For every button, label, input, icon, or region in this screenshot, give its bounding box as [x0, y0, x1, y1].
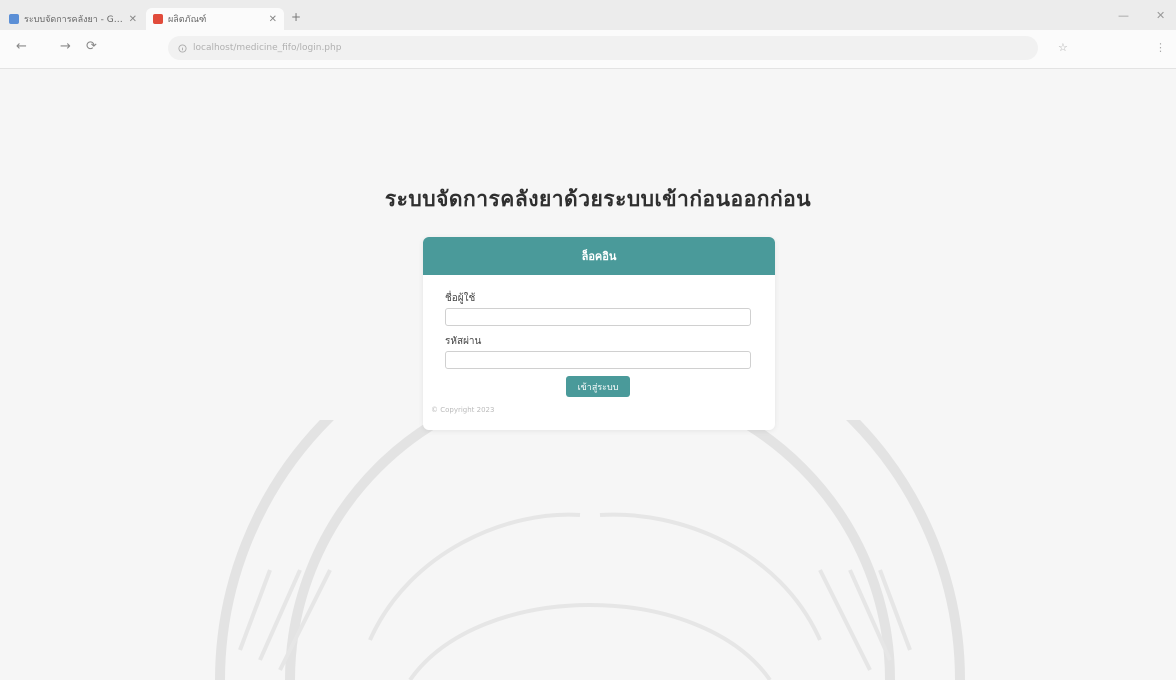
- back-icon[interactable]: ←: [16, 39, 27, 54]
- browser-tab-1[interactable]: ระบบจัดการคลังยา - Google ✕: [2, 8, 144, 30]
- watermark-seal-icon: [215, 420, 965, 680]
- tab-1-close-icon[interactable]: ✕: [129, 14, 137, 25]
- login-card: ล็อคอิน ชื่อผู้ใช้ รหัสผ่าน เข้าสู่ระบบ …: [423, 237, 775, 430]
- tab-1-favicon-icon: [9, 14, 19, 24]
- copyright-text: © Copyright 2023: [431, 406, 495, 414]
- menu-icon[interactable]: ⋮: [1155, 41, 1166, 54]
- login-button[interactable]: เข้าสู่ระบบ: [566, 376, 630, 397]
- browser-toolbar: ← → ⟳ localhost/medicine_fifo/login.php …: [0, 30, 1176, 69]
- reload-icon[interactable]: ⟳: [86, 39, 97, 54]
- info-icon[interactable]: [178, 43, 187, 53]
- browser-tab-2[interactable]: ผลิตภัณฑ์ ✕: [146, 8, 284, 30]
- forward-icon[interactable]: →: [60, 39, 71, 54]
- tab-2-favicon-icon: [153, 14, 163, 24]
- tab-1-title: ระบบจัดการคลังยา - Google: [24, 15, 124, 25]
- star-icon[interactable]: ☆: [1058, 41, 1068, 54]
- address-bar-url: localhost/medicine_fifo/login.php: [193, 43, 342, 53]
- login-card-header: ล็อคอิน: [423, 237, 775, 275]
- close-window-icon[interactable]: ✕: [1156, 9, 1165, 22]
- password-input[interactable]: [445, 351, 751, 369]
- browser-tab-bar: ระบบจัดการคลังยา - Google ✕ ผลิตภัณฑ์ ✕ …: [0, 0, 1176, 30]
- username-input[interactable]: [445, 308, 751, 326]
- password-label: รหัสผ่าน: [445, 336, 482, 347]
- address-bar[interactable]: localhost/medicine_fifo/login.php: [168, 36, 1038, 60]
- new-tab-icon[interactable]: +: [291, 10, 301, 24]
- minimize-icon[interactable]: —: [1118, 9, 1129, 22]
- tab-2-title: ผลิตภัณฑ์: [168, 15, 207, 25]
- page-title: ระบบจัดการคลังยาด้วยระบบเข้าก่อนออกก่อน: [384, 187, 812, 211]
- tab-2-close-icon[interactable]: ✕: [269, 14, 277, 25]
- username-label: ชื่อผู้ใช้: [445, 293, 476, 304]
